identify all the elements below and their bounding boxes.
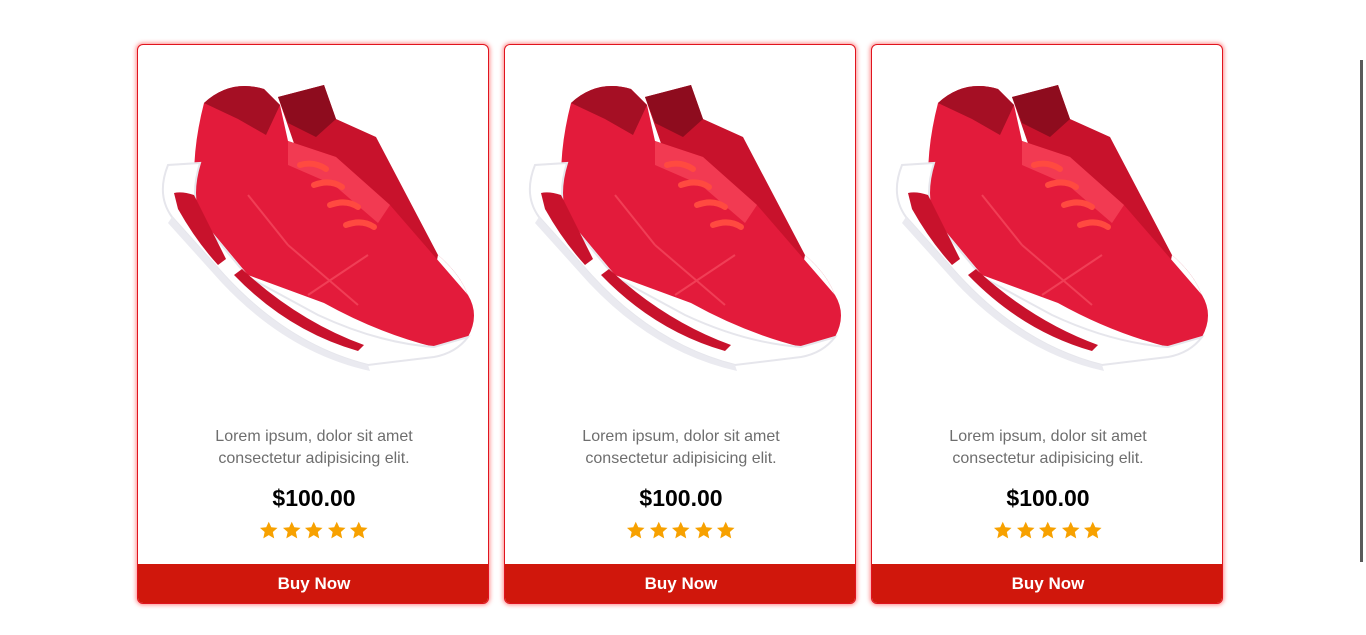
star-icon bbox=[994, 521, 1012, 539]
product-price: $100.00 bbox=[639, 485, 723, 511]
description-line: consectetur adipisicing elit. bbox=[952, 450, 1144, 467]
star-icon bbox=[717, 521, 735, 539]
product-card: Lorem ipsum, dolor sit amet consectetur … bbox=[137, 44, 489, 604]
description-line: Lorem ipsum, dolor sit amet bbox=[949, 428, 1147, 445]
description-line: consectetur adipisicing elit. bbox=[218, 450, 410, 467]
product-card: Lorem ipsum, dolor sit amet consectetur … bbox=[871, 44, 1223, 604]
star-icon bbox=[1084, 521, 1102, 539]
buy-now-button[interactable]: Buy Now bbox=[872, 564, 1222, 603]
star-icon bbox=[282, 521, 301, 539]
vertical-scrollbar[interactable] bbox=[1360, 60, 1363, 562]
star-rating bbox=[872, 521, 1222, 540]
product-price: $100.00 bbox=[272, 485, 356, 511]
star-icon bbox=[1016, 521, 1035, 539]
description-line: Lorem ipsum, dolor sit amet bbox=[215, 428, 413, 445]
product-card-list: Lorem ipsum, dolor sit amet consectetur … bbox=[137, 44, 1223, 604]
product-description: Lorem ipsum, dolor sit amet consectetur … bbox=[872, 426, 1222, 470]
star-rating bbox=[138, 521, 488, 540]
star-rating bbox=[505, 521, 855, 540]
star-icon bbox=[305, 521, 323, 539]
red-sneakers-icon bbox=[872, 45, 1222, 425]
buy-now-button[interactable]: Buy Now bbox=[505, 564, 855, 603]
star-icon bbox=[1061, 521, 1080, 539]
star-icon bbox=[649, 521, 668, 539]
product-description: Lorem ipsum, dolor sit amet consectetur … bbox=[505, 426, 855, 470]
red-sneakers-icon bbox=[138, 45, 488, 425]
description-line: consectetur adipisicing elit. bbox=[585, 450, 777, 467]
star-icon bbox=[627, 521, 645, 539]
buy-now-button[interactable]: Buy Now bbox=[138, 564, 488, 603]
product-card: Lorem ipsum, dolor sit amet consectetur … bbox=[504, 44, 856, 604]
star-icon bbox=[260, 521, 278, 539]
star-icon bbox=[694, 521, 713, 539]
description-line: Lorem ipsum, dolor sit amet bbox=[582, 428, 780, 445]
product-description: Lorem ipsum, dolor sit amet consectetur … bbox=[138, 426, 488, 470]
star-icon bbox=[327, 521, 346, 539]
star-icon bbox=[1039, 521, 1057, 539]
product-price: $100.00 bbox=[1006, 485, 1090, 511]
star-icon bbox=[672, 521, 690, 539]
red-sneakers-icon bbox=[505, 45, 855, 425]
star-icon bbox=[350, 521, 368, 539]
